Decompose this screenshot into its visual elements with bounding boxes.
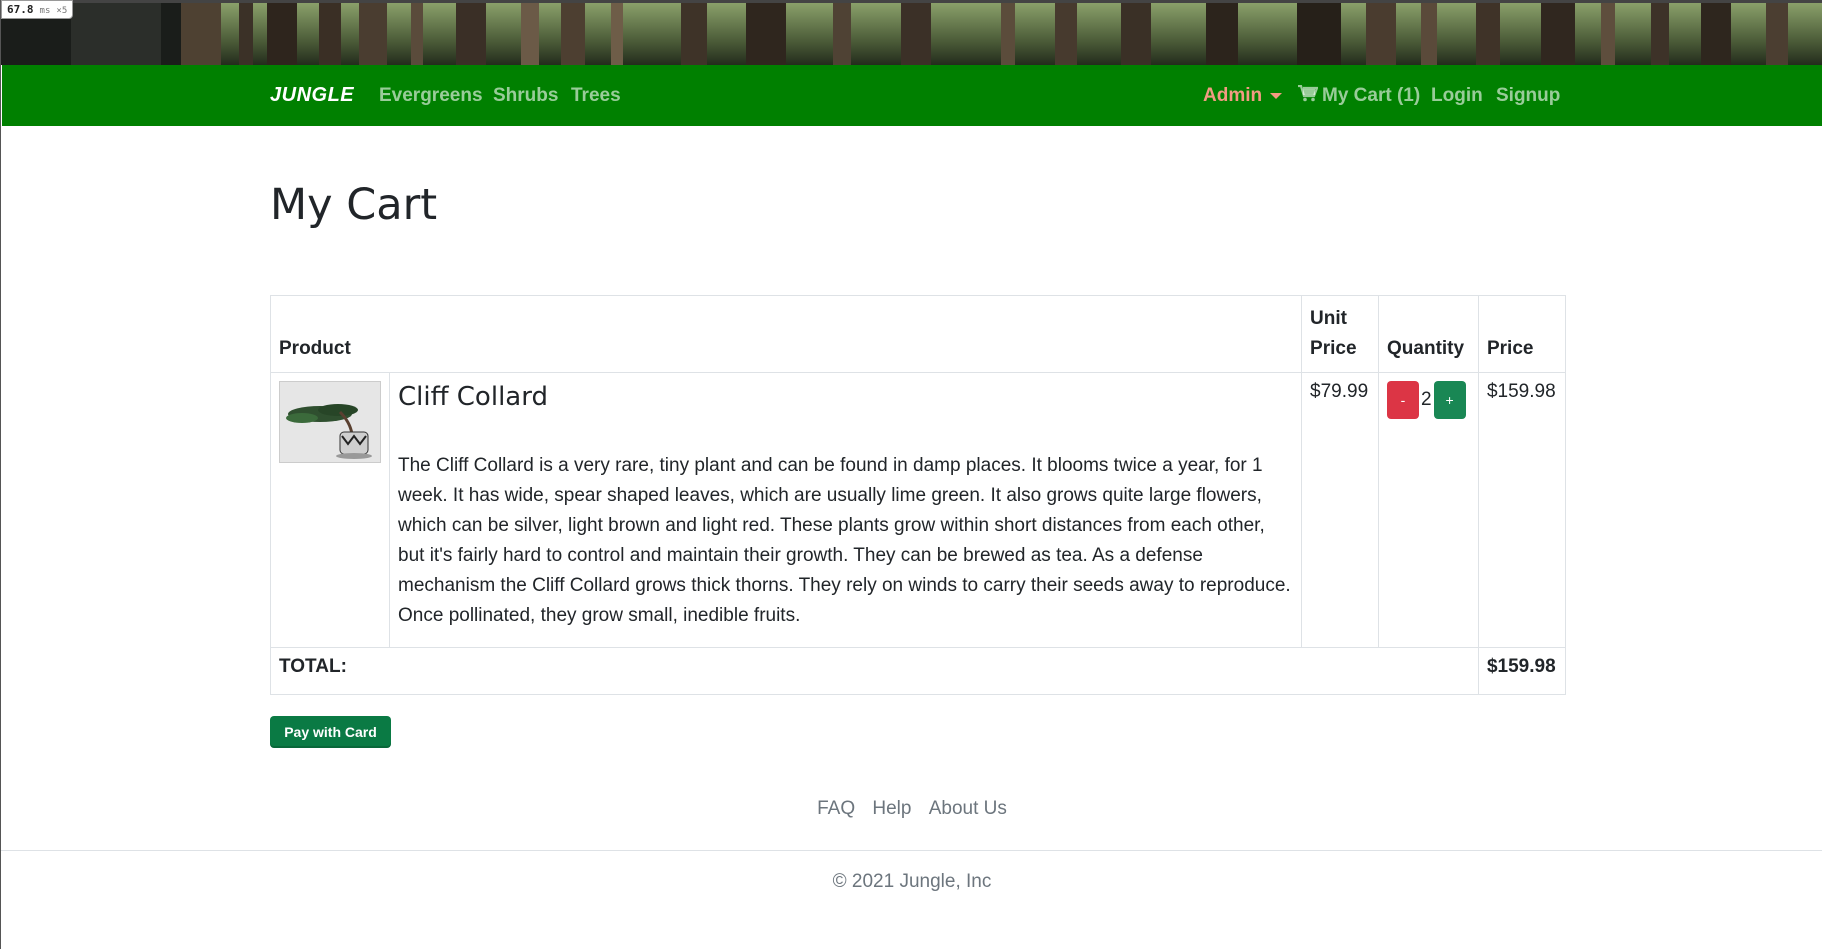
product-info-cell: Cliff Collard The Cliff Collard is a ver… [388, 372, 1303, 648]
price-cell: $159.98 [1477, 372, 1567, 648]
cart-label: My Cart (1) [1322, 85, 1421, 106]
shopping-cart-icon [1298, 85, 1318, 102]
admin-label: Admin [1203, 85, 1263, 106]
brand-logo[interactable]: JUNGLE [270, 65, 354, 126]
table-header-row: Product Unit Price Quantity Price [269, 295, 1567, 373]
total-label: TOTAL: [270, 647, 1479, 695]
nav-link-trees[interactable]: Trees [571, 65, 621, 126]
header-unit-price: Unit Price [1301, 295, 1380, 373]
perf-value: 67.8 [7, 3, 34, 16]
header-product: Product [269, 295, 1303, 373]
page-title: My Cart [270, 180, 438, 230]
nav-login-link[interactable]: Login [1431, 65, 1483, 126]
increase-quantity-button[interactable]: + [1433, 381, 1466, 419]
header-quantity: Quantity [1378, 295, 1479, 373]
footer-links: FAQ Help About Us [1, 798, 1822, 820]
footer-divider [1, 850, 1822, 851]
navbar: JUNGLE Evergreens Shrubs Trees Admin My … [2, 65, 1822, 126]
cart-table: Product Unit Price Quantity Price Cliff … [269, 295, 1567, 695]
perf-overlay: 67.8 ms ×5 [1, 0, 74, 19]
total-row: TOTAL: $159.98 [270, 647, 1567, 695]
copyright: © 2021 Jungle, Inc [832, 871, 992, 892]
caret-down-icon [1270, 92, 1283, 99]
product-thumbnail[interactable] [279, 381, 381, 463]
product-name[interactable]: Cliff Collard [398, 381, 1293, 413]
nav-cart-link[interactable]: My Cart (1) [1298, 65, 1420, 126]
product-image-cell [270, 372, 390, 648]
total-value: $159.98 [1477, 647, 1567, 695]
quantity-value: 2 [1421, 389, 1432, 410]
footer-link-about[interactable]: About Us [929, 798, 1007, 819]
footer-link-help[interactable]: Help [872, 798, 911, 819]
footer-link-faq[interactable]: FAQ [817, 798, 855, 819]
nav-link-evergreens[interactable]: Evergreens [379, 65, 483, 126]
nav-link-shrubs[interactable]: Shrubs [493, 65, 558, 126]
forest-banner [1, 0, 1822, 65]
table-row: Cliff Collard The Cliff Collard is a ver… [270, 372, 1567, 648]
nav-signup-link[interactable]: Signup [1496, 65, 1560, 126]
forest-banner-image [1, 3, 1822, 65]
admin-dropdown[interactable]: Admin [1203, 65, 1283, 126]
header-price: Price [1477, 295, 1567, 373]
quantity-cell: -2 + [1378, 372, 1479, 648]
perf-mult: ×5 [56, 6, 68, 16]
perf-unit: ms [39, 6, 51, 16]
product-description: The Cliff Collard is a very rare, tiny p… [398, 455, 1291, 626]
decrease-quantity-button[interactable]: - [1387, 381, 1420, 419]
pay-with-card-button[interactable]: Pay with Card [270, 716, 391, 748]
unit-price-cell: $79.99 [1301, 372, 1380, 648]
